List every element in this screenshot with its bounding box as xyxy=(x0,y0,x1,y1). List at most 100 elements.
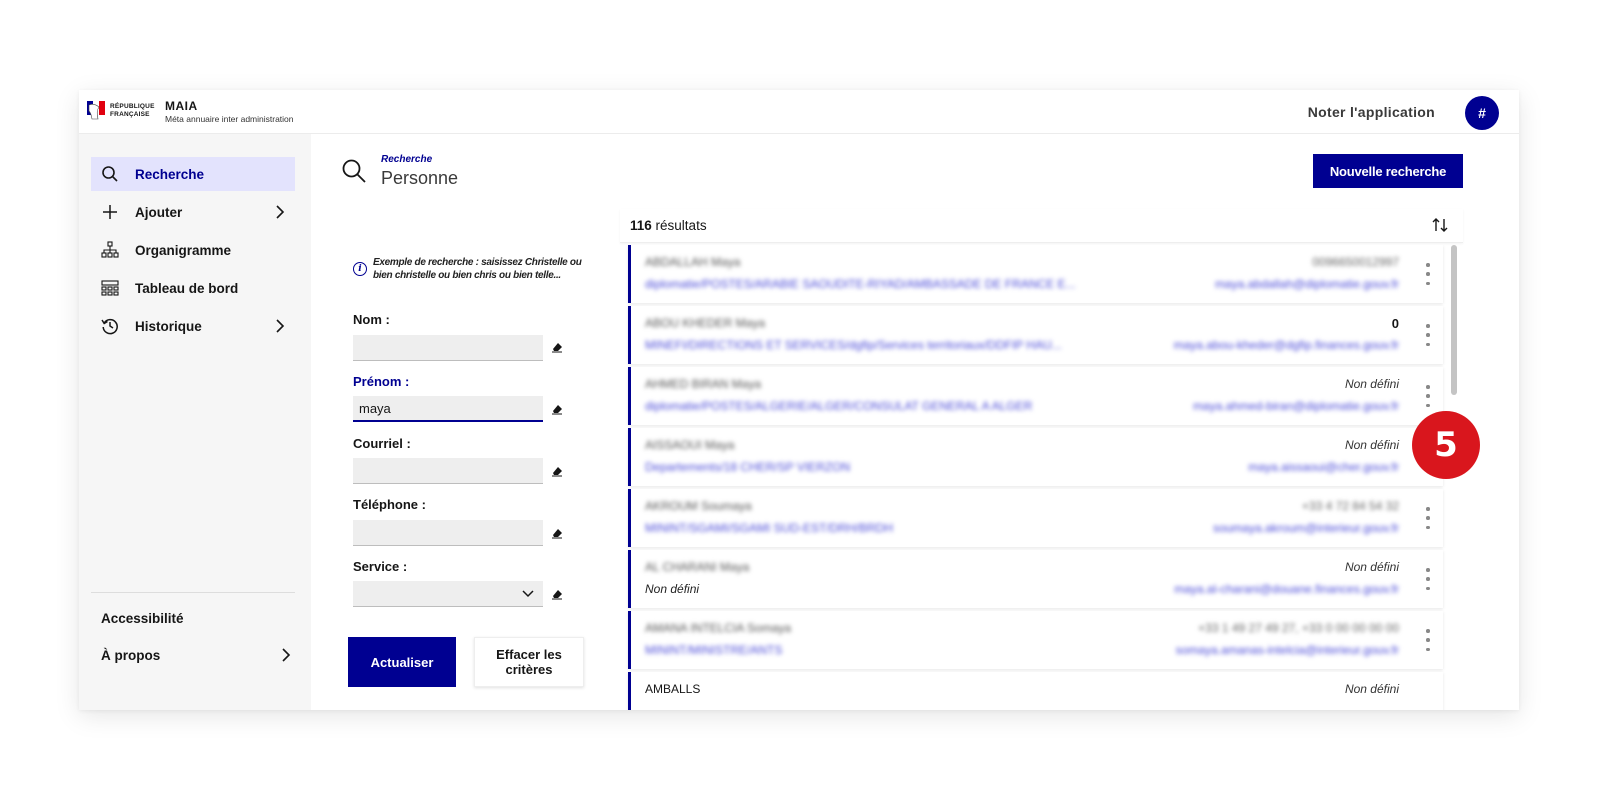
republique-francaise-logo[interactable]: RÉPUBLIQUE FRANÇAISE xyxy=(86,99,154,123)
about-label: À propos xyxy=(101,647,161,663)
result-service: Non défini xyxy=(645,582,700,596)
avatar[interactable]: # xyxy=(1465,96,1499,130)
sidebar-item-recherche[interactable]: Recherche xyxy=(91,157,295,191)
nom-label: Nom : xyxy=(353,312,390,327)
logo-text: RÉPUBLIQUE FRANÇAISE xyxy=(110,103,155,118)
chevron-right-icon xyxy=(276,319,285,333)
courriel-field[interactable] xyxy=(353,458,543,484)
chevron-down-icon xyxy=(522,590,534,598)
result-row[interactable]: ABOU KHEDER Maya MINEFI/DIRECTIONS ET SE… xyxy=(628,306,1443,364)
result-service[interactable]: MINEFI/DIRECTIONS ET SERVICES/dgfip/Serv… xyxy=(645,338,1062,352)
results-count-number: 116 xyxy=(630,218,652,233)
app-subtitle: Méta annuaire inter administration xyxy=(165,114,294,124)
hint-text: Exemple de recherche : saisissez Christe… xyxy=(373,257,582,281)
result-email[interactable]: soumaya.akroum@interieur.gouv.fr xyxy=(1213,521,1399,535)
result-row[interactable]: ABDALLAH Maya diplomatie/POSTES/ARABIE S… xyxy=(628,245,1443,303)
sidebar-item-organigramme[interactable]: Organigramme xyxy=(91,233,295,267)
result-phone: Non défini xyxy=(1344,682,1399,696)
result-email[interactable]: somaya.amanas-intelcia@interieur.gouv.fr xyxy=(1176,643,1399,657)
eraser-icon[interactable] xyxy=(550,526,564,540)
search-icon xyxy=(342,159,366,183)
refresh-button[interactable]: Actualiser xyxy=(348,637,456,687)
accessibility-link[interactable]: Accessibilité xyxy=(101,606,291,630)
prenom-label: Prénom : xyxy=(353,374,410,389)
result-email[interactable]: maya.ahmed-biran@diplomatie.gouv.fr xyxy=(1193,399,1399,413)
result-service[interactable]: Departements/18 CHER/SP VIERZON xyxy=(645,460,850,474)
more-options-icon[interactable] xyxy=(1423,385,1433,407)
more-options-icon[interactable] xyxy=(1423,507,1433,529)
prenom-field[interactable] xyxy=(353,396,543,422)
telephone-label: Téléphone : xyxy=(353,497,426,512)
result-row[interactable]: AMANA INTELCIA Somaya MININT/MINISTRE/AN… xyxy=(628,611,1443,669)
result-name: AKROUM Soumaya xyxy=(645,499,752,513)
step-callout-badge: 5 xyxy=(1412,411,1480,479)
courriel-label: Courriel : xyxy=(353,436,411,451)
result-email[interactable]: maya.aissaoui@cher.gouv.fr xyxy=(1248,460,1399,474)
sidebar-item-label: Recherche xyxy=(135,166,205,182)
sidebar-item-tableau-de-bord[interactable]: Tableau de bord xyxy=(91,271,295,305)
result-phone: 0 xyxy=(1391,316,1399,331)
result-row[interactable]: AISSAOUI Maya Departements/18 CHER/SP VI… xyxy=(628,428,1443,486)
page-title: Personne xyxy=(381,168,459,188)
result-row[interactable]: AKROUM Soumaya MININT/SGAMI/SGAMI SUD-ES… xyxy=(628,489,1443,547)
marianne-icon xyxy=(87,101,105,120)
result-row[interactable]: AMBALLS Non défini xyxy=(628,672,1443,710)
chevron-right-icon xyxy=(276,205,285,219)
sidebar-item-label: Ajouter xyxy=(135,204,183,220)
result-row[interactable]: AHMED BIRAN Maya diplomatie/POSTES/ALGER… xyxy=(628,367,1443,425)
about-link[interactable]: À propos xyxy=(101,643,291,667)
sidebar-item-label: Organigramme xyxy=(135,242,232,258)
result-service[interactable]: diplomatie/POSTES/ARABIE SAOUDITE-RIYAD/… xyxy=(645,277,1076,291)
info-icon: i xyxy=(353,262,367,276)
results-list: ABDALLAH Maya diplomatie/POSTES/ARABIE S… xyxy=(620,245,1456,710)
chevron-right-icon xyxy=(282,648,291,662)
results-panel: 116 résultats ABDALLAH Maya diplomatie/P… xyxy=(620,209,1463,710)
more-options-icon[interactable] xyxy=(1423,263,1433,285)
result-service[interactable]: MININT/MINISTRE/ANTS xyxy=(645,643,782,657)
eraser-icon[interactable] xyxy=(550,402,564,416)
app-title: MAIA Méta annuaire inter administration xyxy=(165,99,294,124)
result-service[interactable]: MININT/SGAMI/SGAMI SUD-EST/DRH/BRDH xyxy=(645,521,893,535)
sidebar-item-historique[interactable]: Historique xyxy=(91,309,295,343)
org-chart-icon xyxy=(99,241,121,259)
service-select[interactable] xyxy=(353,581,543,607)
new-search-button[interactable]: Nouvelle recherche xyxy=(1313,154,1463,188)
result-name: AISSAOUI Maya xyxy=(645,438,735,452)
clear-criteria-button[interactable]: Effacer les critères xyxy=(474,637,584,687)
plus-icon xyxy=(99,203,121,221)
sort-icon[interactable] xyxy=(1431,217,1449,233)
result-row[interactable]: AL CHARANI Maya Non défini Non défini ma… xyxy=(628,550,1443,608)
accessibility-label: Accessibilité xyxy=(101,610,184,626)
breadcrumb[interactable]: Recherche xyxy=(381,154,432,165)
eraser-icon[interactable] xyxy=(550,340,564,354)
dashboard-icon xyxy=(99,279,121,297)
result-name: ABOU KHEDER Maya xyxy=(645,316,766,330)
service-label: Service : xyxy=(353,559,408,574)
sidebar-item-label: Historique xyxy=(135,318,202,334)
sidebar-item-ajouter[interactable]: Ajouter xyxy=(91,195,295,229)
result-name: AMANA INTELCIA Somaya xyxy=(645,621,792,635)
result-name: ABDALLAH Maya xyxy=(645,255,741,269)
result-phone: 0096650012997 xyxy=(1312,255,1399,269)
eraser-icon[interactable] xyxy=(550,587,564,601)
more-options-icon[interactable] xyxy=(1423,324,1433,346)
result-name: AMBALLS xyxy=(645,682,701,696)
result-phone: +33 1 49 27 49 27, +33 0 00 00 00 00 xyxy=(1198,621,1399,635)
header: RÉPUBLIQUE FRANÇAISE MAIA Méta annuaire i… xyxy=(79,90,1519,134)
telephone-field[interactable] xyxy=(353,520,543,546)
result-email[interactable]: maya.abou-kheder@dgfip.finances.gouv.fr xyxy=(1174,338,1399,352)
result-service[interactable]: diplomatie/POSTES/ALGERIE/ALGER/CONSULAT… xyxy=(645,399,1032,413)
search-hint: i Exemple de recherche : saisissez Chris… xyxy=(353,256,583,282)
result-email[interactable]: maya.al-charani@douane.finances.gouv.fr xyxy=(1174,582,1399,596)
result-phone: Non défini xyxy=(1344,438,1399,452)
more-options-icon[interactable] xyxy=(1423,568,1433,590)
eraser-icon[interactable] xyxy=(550,464,564,478)
rate-app-link[interactable]: Noter l'application xyxy=(1308,104,1435,120)
result-email[interactable]: maya.abdallah@diplomatie.gouv.fr xyxy=(1215,277,1399,291)
results-count-label: résultats xyxy=(655,218,707,233)
more-options-icon[interactable] xyxy=(1423,629,1433,651)
result-name: AHMED BIRAN Maya xyxy=(645,377,762,391)
result-phone: +33 4 72 84 54 32 xyxy=(1301,499,1399,513)
scrollbar[interactable] xyxy=(1451,245,1457,395)
nom-field[interactable] xyxy=(353,335,543,361)
